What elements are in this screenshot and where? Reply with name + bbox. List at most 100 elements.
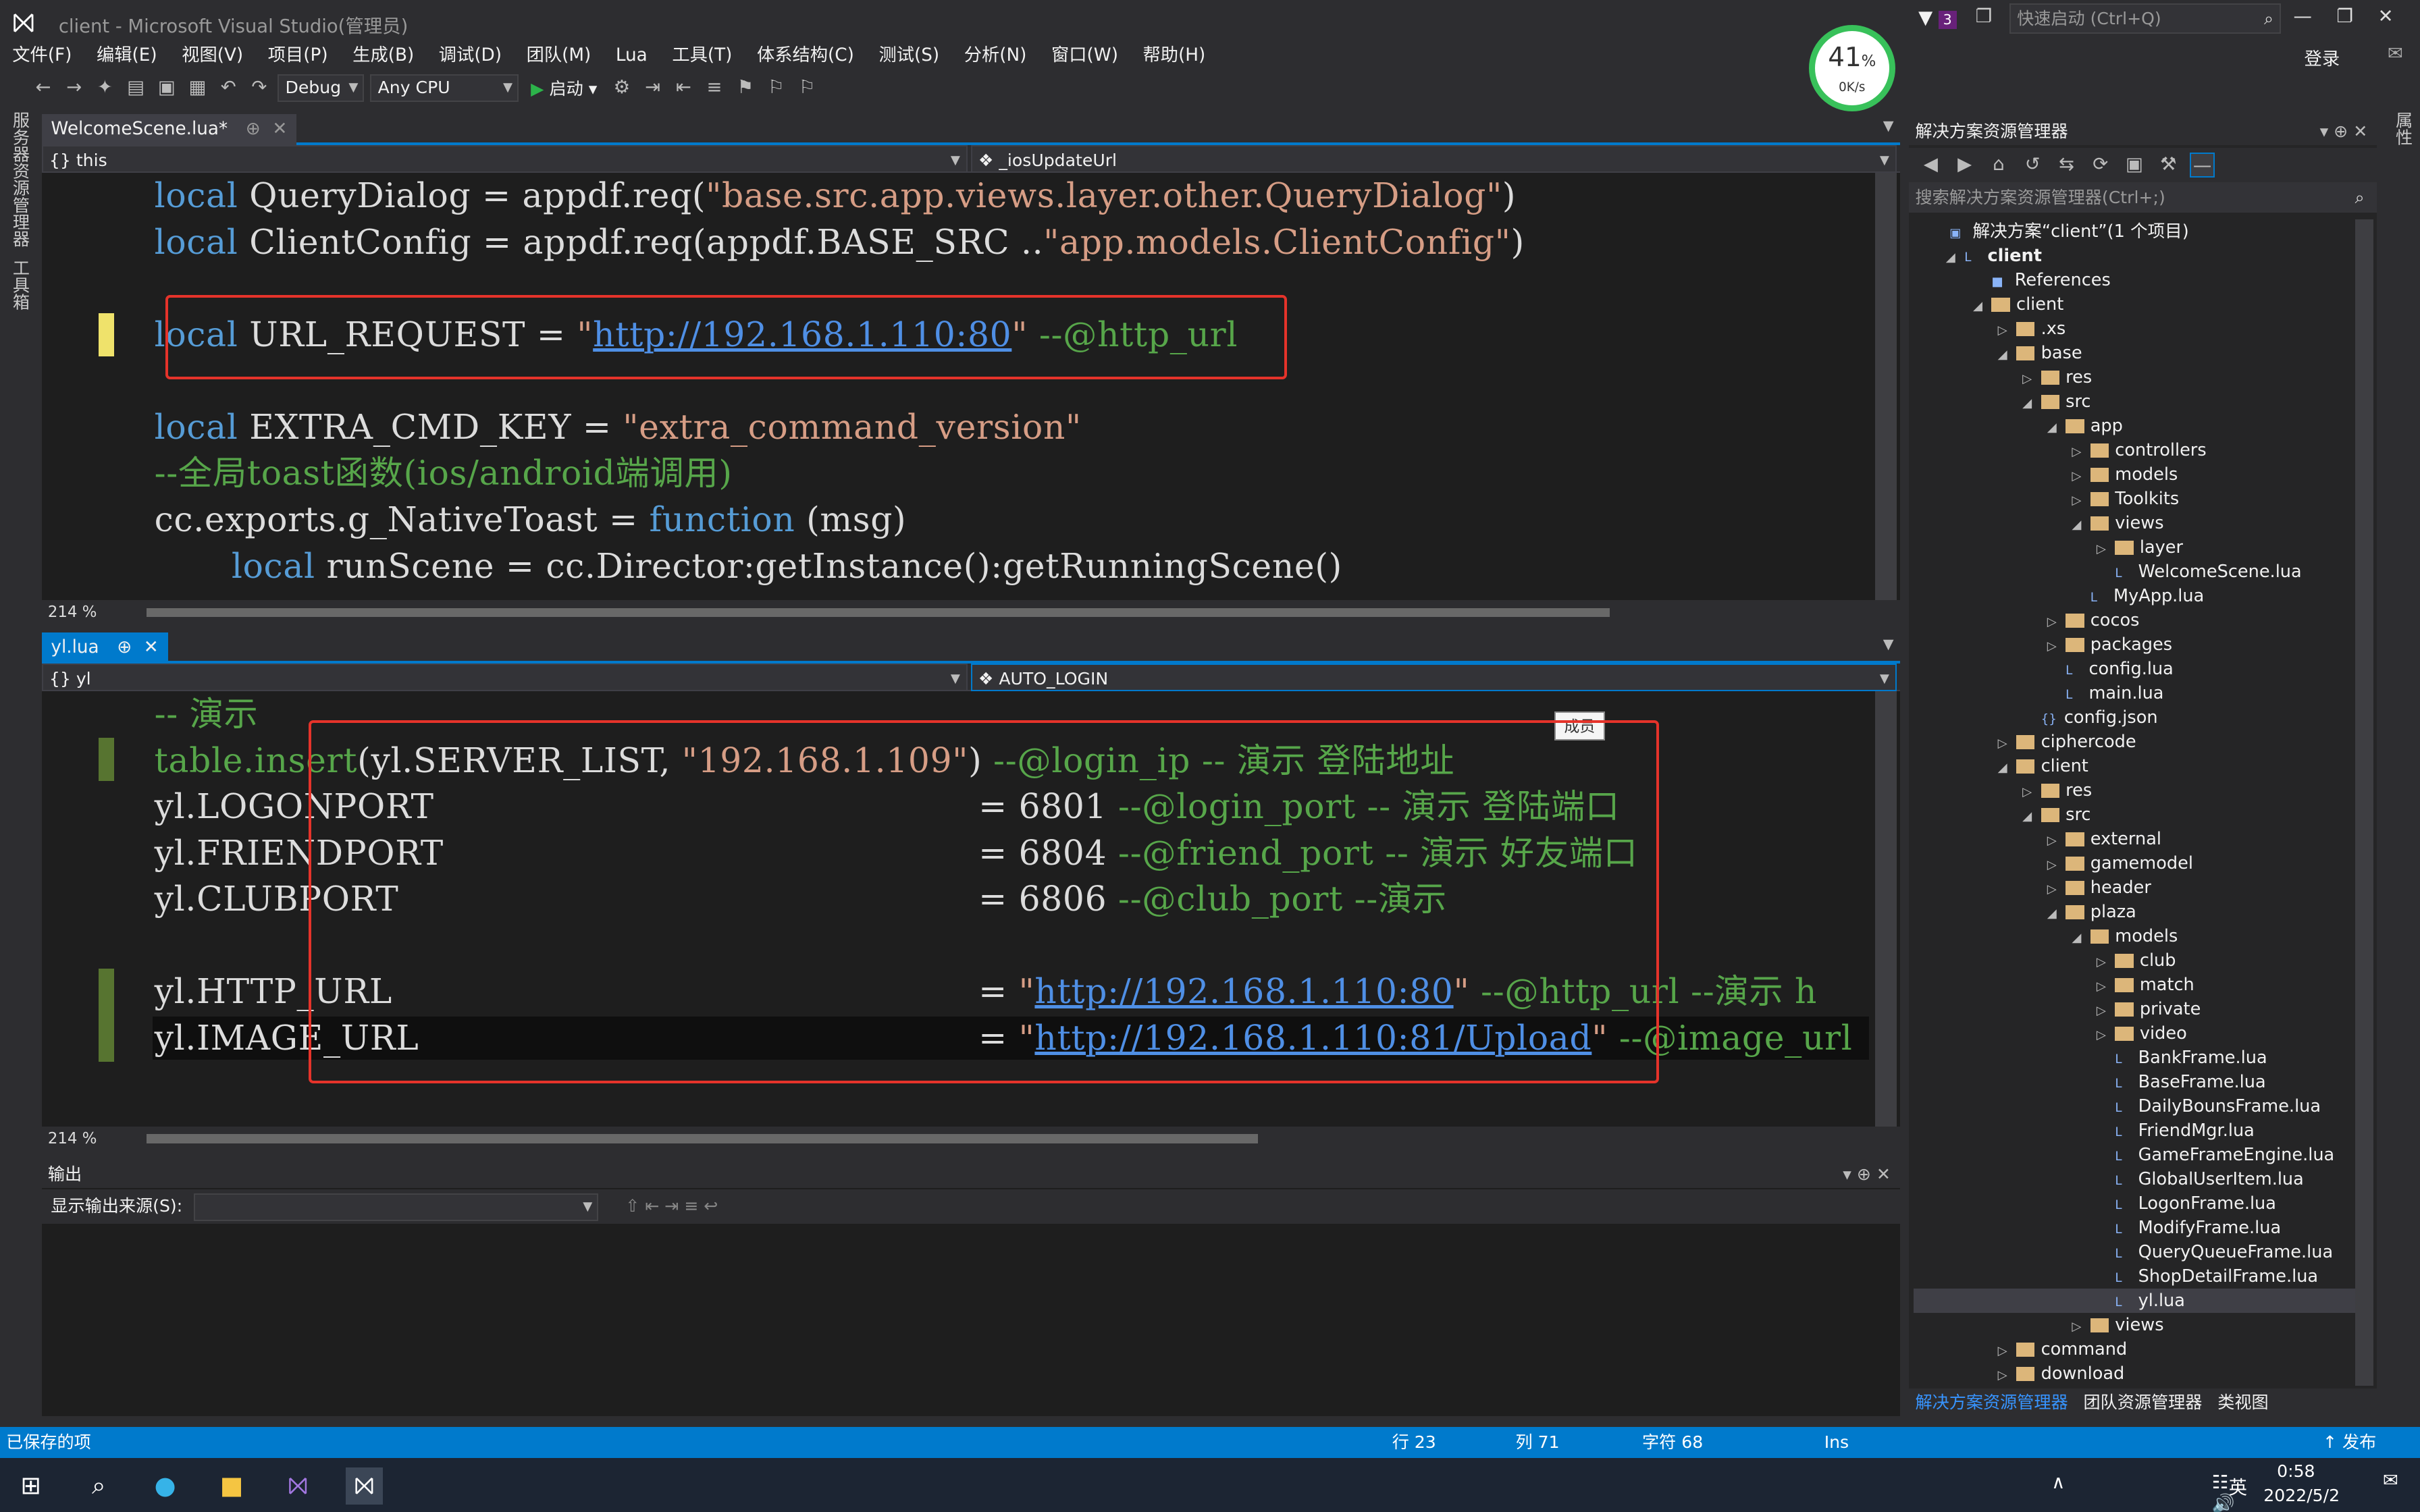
platform-select[interactable]: Any CPU ▼	[370, 74, 519, 102]
collapse-arrow-icon[interactable]: ▷	[2072, 489, 2090, 513]
tree-item[interactable]: Lmain.lua	[1914, 681, 2355, 705]
history-icon[interactable]: ↺	[2020, 153, 2045, 178]
outdent-icon[interactable]: ⇤	[671, 76, 696, 101]
menu-tools[interactable]: 工具(T)	[660, 42, 745, 73]
notification-flag-icon[interactable]: ▼	[1918, 7, 1932, 28]
tree-item[interactable]: ◢ src	[1914, 389, 2355, 414]
collapse-arrow-icon[interactable]: ▷	[2047, 829, 2066, 853]
minimize-icon[interactable]: —	[2294, 6, 2312, 27]
expand-arrow-icon[interactable]: ◢	[2047, 416, 2066, 440]
menu-file[interactable]: 文件(F)	[0, 42, 84, 73]
tab-solution-explorer[interactable]: 解决方案资源管理器	[1916, 1388, 2068, 1416]
zoom-level[interactable]: 214 %	[48, 603, 97, 621]
collapse-arrow-icon[interactable]: ▷	[1998, 1364, 2016, 1388]
expand-arrow-icon[interactable]: ◢	[2047, 902, 2066, 926]
tab-team-explorer[interactable]: 团队资源管理器	[2084, 1388, 2203, 1416]
collapse-arrow-icon[interactable]: ▷	[1998, 732, 2016, 756]
bookmark-icon[interactable]: ⚑	[733, 76, 758, 101]
tree-item[interactable]: L GlobalUserItem.lua	[1914, 1167, 2355, 1191]
close-icon[interactable]: ▾ ⊕ ✕	[1843, 1160, 1891, 1188]
collapse-arrow-icon[interactable]: ▷	[2072, 1315, 2090, 1339]
menu-project[interactable]: 项目(P)	[255, 42, 340, 73]
collapse-arrow-icon[interactable]: ▷	[2097, 999, 2115, 1023]
member-dropdown[interactable]: ❖ AUTO_LOGIN ▼	[970, 663, 1897, 691]
menu-test[interactable]: 测试(S)	[866, 42, 951, 73]
tree-item[interactable]: ▷ packages	[1914, 632, 2355, 657]
menu-debug[interactable]: 调试(D)	[427, 42, 515, 73]
bookmark-prev-icon[interactable]: ⚐	[764, 76, 789, 101]
tree-item[interactable]: ◢ client	[1914, 292, 2355, 317]
attach-icon[interactable]: ⚙	[610, 76, 635, 101]
tree-item[interactable]: L FriendMgr.lua	[1914, 1118, 2355, 1143]
notification-center-icon[interactable]: ✉	[2383, 1470, 2398, 1491]
tree-item[interactable]: ▷ private	[1914, 997, 2355, 1021]
solution-tree-vscroll[interactable]	[2355, 219, 2374, 1386]
tab-class-view[interactable]: 类视图	[2217, 1388, 2268, 1416]
expand-arrow-icon[interactable]: ◢	[2022, 392, 2041, 416]
indent-icon[interactable]: ⇥	[640, 76, 665, 101]
tree-item[interactable]: ▣ 解决方案“client”(1 个项目)	[1914, 219, 2355, 244]
collapse-arrow-icon[interactable]: ▷	[2022, 780, 2041, 805]
save-icon[interactable]: ▣	[155, 76, 180, 101]
tree-item[interactable]: ■ References	[1914, 268, 2355, 292]
collapse-arrow-icon[interactable]: ▷	[2047, 610, 2066, 634]
collapse-arrow-icon[interactable]: ▷	[2097, 975, 2115, 999]
open-icon[interactable]: ▤	[124, 76, 149, 101]
editor1-vscroll[interactable]	[1875, 172, 1897, 601]
tree-item[interactable]: ▷ res	[1914, 365, 2355, 389]
output-source-select[interactable]: ▼	[194, 1193, 599, 1221]
tree-item[interactable]: L ShopDetailFrame.lua	[1914, 1264, 2355, 1289]
toolbox-tab[interactable]: 工具箱	[7, 259, 32, 310]
tree-item[interactable]: L BankFrame.lua	[1914, 1046, 2355, 1070]
editor2-hscroll-thumb[interactable]	[147, 1133, 1258, 1143]
chevron-down-icon[interactable]: ▼	[1883, 636, 1894, 652]
menu-team[interactable]: 团队(M)	[514, 42, 603, 73]
expand-arrow-icon[interactable]: ◢	[1946, 246, 1964, 270]
collapse-arrow-icon[interactable]: ▷	[2097, 1023, 2115, 1048]
tree-item[interactable]: ▷ command	[1914, 1337, 2355, 1361]
tree-item[interactable]: Lyl.lua	[1914, 1288, 2355, 1313]
tree-item[interactable]: ▷ download	[1914, 1361, 2355, 1386]
scope-dropdown[interactable]: {} yl ▼	[41, 663, 968, 691]
tree-item[interactable]: L QueryQueueFrame.lua	[1914, 1240, 2355, 1264]
windows-start-icon[interactable]: ⊞	[12, 1467, 49, 1505]
tree-item[interactable]: ▷ external	[1914, 827, 2355, 851]
tree-item[interactable]: ▷ models	[1914, 462, 2355, 487]
quick-launch-input[interactable]: 快速启动 (Ctrl+Q) ⌕	[2009, 3, 2282, 34]
save-all-icon[interactable]: ▦	[185, 76, 210, 101]
refresh-icon[interactable]: ⟳	[2088, 153, 2113, 178]
expand-arrow-icon[interactable]: ◢	[1998, 343, 2016, 367]
bookmark-next-icon[interactable]: ⚐	[795, 76, 820, 101]
tree-item[interactable]: ◢ client	[1914, 754, 2355, 778]
tree-item[interactable]: {} config.json	[1914, 705, 2355, 730]
menu-analyze[interactable]: 分析(N)	[951, 42, 1038, 73]
restore-icon[interactable]: ❐	[2337, 6, 2354, 27]
notification-count-badge[interactable]: 3	[1938, 10, 1957, 30]
expand-arrow-icon[interactable]: ◢	[2022, 805, 2041, 829]
tree-item[interactable]: ◢ models	[1914, 924, 2355, 948]
member-dropdown[interactable]: ❖ _iosUpdateUrl ▼	[970, 144, 1897, 173]
feedback-icon[interactable]: ✉	[2388, 43, 2403, 64]
pin-icon[interactable]: ⊕	[117, 637, 132, 657]
pin-icon[interactable]: ⊕	[246, 119, 261, 139]
expand-arrow-icon[interactable]: ◢	[1998, 756, 2016, 780]
tray-chevron-icon[interactable]: ∧	[2051, 1472, 2065, 1493]
tree-item[interactable]: L WelcomeScene.lua	[1914, 560, 2355, 584]
sync-icon[interactable]: ⇆	[2054, 153, 2079, 178]
tree-item[interactable]: ◢ base	[1914, 341, 2355, 365]
menu-window[interactable]: 窗口(W)	[1039, 42, 1131, 73]
menu-edit[interactable]: 编辑(E)	[84, 42, 169, 73]
back-icon[interactable]: ◀	[1918, 153, 1943, 178]
tree-item[interactable]: ▷ controllers	[1914, 438, 2355, 462]
forward-icon[interactable]: ▶	[1952, 153, 1977, 178]
tree-item[interactable]: ▷ video	[1914, 1021, 2355, 1046]
clock-time[interactable]: 0:58	[2277, 1461, 2315, 1481]
collapse-arrow-icon[interactable]: ▷	[2022, 367, 2041, 392]
tree-item[interactable]: ▷ ciphercode	[1914, 730, 2355, 754]
close-icon[interactable]: ▾ ⊕ ✕	[2320, 117, 2368, 145]
scope-dropdown[interactable]: {} this ▼	[41, 144, 968, 173]
menu-view[interactable]: 视图(V)	[169, 42, 256, 73]
output-tools-icon[interactable]: ⇧ ⇤ ⇥ ≡ ↩	[625, 1196, 718, 1216]
expand-arrow-icon[interactable]: ◢	[2072, 513, 2090, 537]
collapse-arrow-icon[interactable]: ▷	[2047, 634, 2066, 659]
